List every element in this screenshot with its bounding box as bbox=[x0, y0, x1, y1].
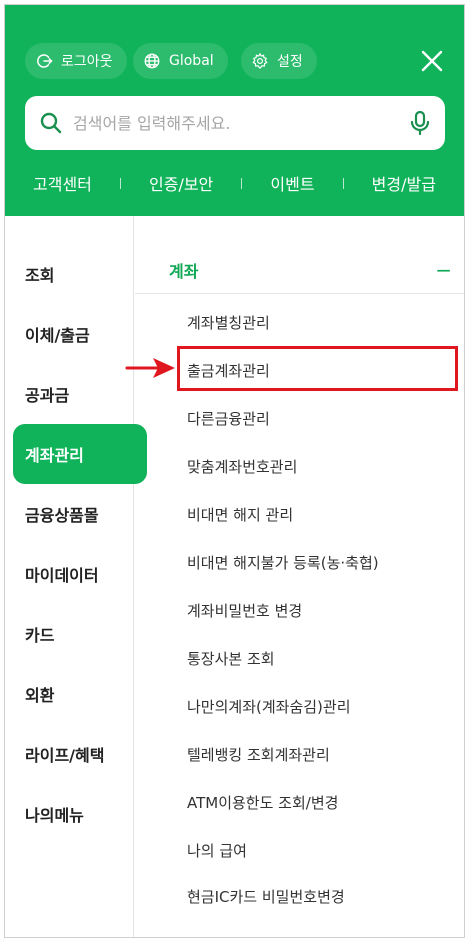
microphone-icon[interactable] bbox=[409, 110, 431, 136]
global-button[interactable]: Global bbox=[133, 43, 228, 79]
quick-link-security[interactable]: 인증/보안 bbox=[149, 171, 213, 195]
search-bar[interactable] bbox=[25, 96, 445, 150]
search-icon[interactable] bbox=[39, 111, 63, 135]
logout-icon bbox=[37, 54, 53, 68]
collapse-icon[interactable]: − bbox=[435, 258, 452, 282]
submenu-item[interactable]: 현금IC카드 비밀번호변경 bbox=[187, 886, 345, 907]
submenu-panel: 계좌 − 계좌별칭관리 출금계좌관리 다른금융관리 맞춤계좌번호관리 비대면 해… bbox=[135, 216, 464, 937]
section-title: 계좌 bbox=[169, 261, 199, 281]
submenu-item[interactable]: 다른금융관리 bbox=[187, 408, 270, 429]
quick-link-customer-center[interactable]: 고객센터 bbox=[33, 171, 92, 195]
settings-label: 설정 bbox=[277, 54, 303, 70]
category-item[interactable]: 조회 bbox=[13, 244, 147, 304]
divider bbox=[119, 177, 121, 189]
submenu-item[interactable]: ATM이용한도 조회/변경 bbox=[187, 792, 338, 813]
submenu-item[interactable]: 통장사본 조회 bbox=[187, 648, 275, 669]
header: 로그아웃 Global 설정 검색어를 입력해주세요. 고객센터 인증/보안 이… bbox=[5, 5, 464, 216]
gear-icon bbox=[252, 52, 268, 70]
close-icon[interactable] bbox=[418, 47, 446, 75]
category-item[interactable]: 나의메뉴 bbox=[13, 784, 147, 844]
highlight-box bbox=[177, 346, 458, 391]
category-menu: 조회 이체/출금 공과금 계좌관리 금융상품몰 마이데이터 카드 외환 라이프/… bbox=[5, 216, 147, 937]
globe-icon bbox=[144, 53, 160, 69]
divider bbox=[241, 177, 243, 189]
submenu-item[interactable]: 계좌비밀번호 변경 bbox=[187, 600, 302, 621]
category-item-active[interactable]: 계좌관리 bbox=[13, 424, 147, 484]
divider bbox=[342, 177, 344, 189]
settings-button[interactable]: 설정 bbox=[241, 43, 317, 79]
quick-links: 고객센터 인증/보안 이벤트 변경/발급 bbox=[5, 171, 464, 195]
logout-button[interactable]: 로그아웃 bbox=[25, 43, 127, 79]
submenu-item[interactable]: 맞춤계좌번호관리 bbox=[187, 456, 297, 477]
submenu-item[interactable]: 비대면 해지불가 등록(농·축협) bbox=[187, 552, 379, 573]
category-item[interactable]: 금융상품몰 bbox=[13, 484, 147, 544]
submenu-item[interactable]: 텔레뱅킹 조회계좌관리 bbox=[187, 744, 330, 765]
submenu-item[interactable]: 나만의계좌(계좌숨김)관리 bbox=[187, 696, 351, 717]
category-item[interactable]: 카드 bbox=[13, 604, 147, 664]
category-item[interactable]: 라이프/혜택 bbox=[13, 724, 147, 784]
logout-label: 로그아웃 bbox=[61, 54, 113, 70]
search-input[interactable] bbox=[73, 96, 409, 150]
category-item[interactable]: 외환 bbox=[13, 664, 147, 724]
quick-link-events[interactable]: 이벤트 bbox=[270, 171, 314, 195]
submenu-item[interactable]: 비대면 해지 관리 bbox=[187, 504, 293, 525]
global-label: Global bbox=[169, 53, 214, 69]
app-frame: 로그아웃 Global 설정 검색어를 입력해주세요. 고객센터 인증/보안 이… bbox=[4, 4, 465, 938]
submenu-item[interactable]: 나의 급여 bbox=[187, 840, 247, 861]
quick-link-change-issue[interactable]: 변경/발급 bbox=[372, 171, 436, 195]
section-header[interactable]: 계좌 − bbox=[135, 246, 464, 294]
category-item[interactable]: 마이데이터 bbox=[13, 544, 147, 604]
submenu-item[interactable]: 계좌별칭관리 bbox=[187, 312, 270, 333]
pointer-arrow-icon bbox=[125, 358, 175, 378]
